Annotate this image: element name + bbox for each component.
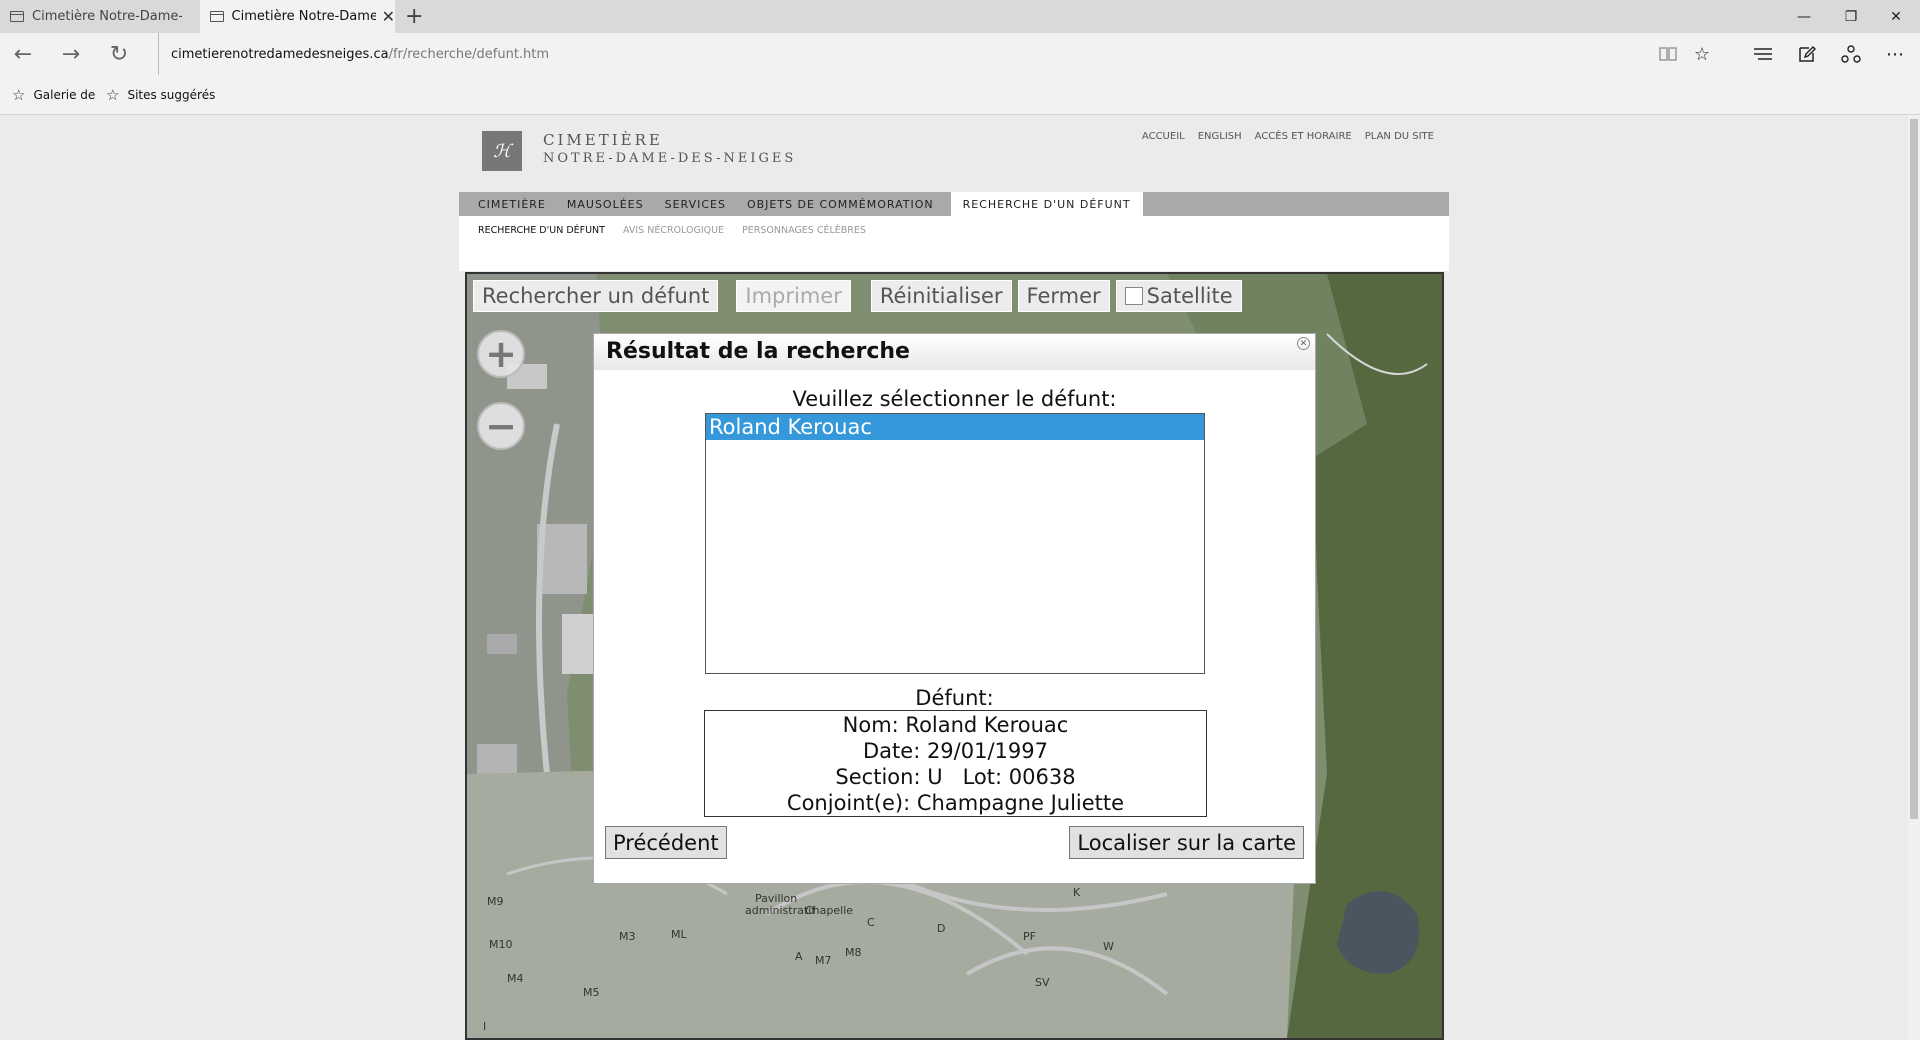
map-label: M8 [845, 946, 862, 959]
detail-spouse: Conjoint(e): Champagne Juliette [786, 791, 1125, 815]
defunt-listbox[interactable]: Roland Kerouac [705, 413, 1205, 674]
defunt-details: Nom: Roland Kerouac Date: 29/01/1997 Sec… [704, 710, 1207, 817]
select-prompt: Veuillez sélectionner le défunt: [792, 387, 1117, 411]
tab-2[interactable]: Cimetière Notre-Dame-d ✕ [200, 0, 395, 33]
restore-button[interactable]: ❐ [1829, 0, 1873, 33]
map-label: Chapelle [805, 904, 854, 917]
satellite-label: Satellite [1146, 284, 1233, 308]
close-map-button[interactable]: Fermer [1017, 280, 1110, 312]
list-item[interactable]: Roland Kerouac [706, 414, 1204, 440]
favorites-bar: ☆ Galerie de ☆ Sites suggérés [0, 75, 1920, 115]
back-arrow-icon[interactable]: ← [10, 41, 36, 67]
map-label: SV [1035, 976, 1050, 989]
satellite-toggle[interactable]: Satellite [1115, 280, 1242, 312]
subnav-recherche-defunt[interactable]: RECHERCHE D'UN DÉFUNT [478, 225, 605, 236]
page-scrollbar[interactable] [1908, 115, 1920, 1040]
nav-services[interactable]: SERVICES [653, 192, 735, 216]
satellite-checkbox[interactable] [1124, 287, 1143, 305]
map-label: I [483, 1020, 487, 1033]
map-toolbar: Rechercher un défunt Imprimer Réinitiali… [473, 280, 1248, 312]
web-note-icon[interactable] [1794, 41, 1820, 67]
link-accueil[interactable]: ACCUEIL [1142, 131, 1185, 142]
close-icon[interactable]: ✕ [1297, 337, 1310, 350]
link-english[interactable]: ENGLISH [1198, 131, 1242, 142]
search-defunt-button[interactable]: Rechercher un défunt [473, 280, 719, 312]
tab-title: Cimetière Notre-Dame-des-N [32, 9, 182, 24]
url-path: /fr/recherche/defunt.htm [388, 46, 550, 62]
page-icon [210, 11, 224, 22]
map-label: ML [671, 928, 687, 941]
zoom-out-button[interactable]: − [477, 402, 525, 450]
tab-title: Cimetière Notre-Dame-d [231, 9, 376, 24]
refresh-icon[interactable]: ↻ [106, 41, 132, 67]
map-label: M10 [489, 938, 513, 951]
favorite-galerie[interactable]: ☆ Galerie de [12, 75, 95, 115]
share-icon[interactable] [1838, 41, 1864, 67]
zoom-in-button[interactable]: + [477, 330, 525, 378]
previous-button[interactable]: Précédent [605, 826, 727, 859]
defunt-label: Défunt: [915, 686, 994, 710]
url-field[interactable]: cimetierenotredamedesneiges.ca/fr/recher… [158, 33, 549, 75]
print-button[interactable]: Imprimer [736, 280, 851, 312]
nav-recherche-defunt[interactable]: RECHERCHE D'UN DÉFUNT [950, 192, 1143, 216]
reading-view-icon[interactable] [1655, 41, 1681, 67]
favorite-label: Galerie de [33, 88, 96, 102]
dialog-title: Résultat de la recherche [606, 339, 910, 364]
new-tab-button[interactable]: + [405, 4, 423, 29]
nav-cimetiere[interactable]: CIMETIÈRE [459, 192, 555, 216]
map-label: A [795, 950, 803, 963]
tab-1[interactable]: Cimetière Notre-Dame-des-N [0, 0, 200, 33]
map-label: D [937, 922, 946, 935]
map-label: M3 [619, 930, 636, 943]
address-bar: ← → ↻ cimetierenotredamedesneiges.ca/fr/… [0, 33, 1920, 75]
detail-name: Nom: Roland Kerouac [842, 713, 1069, 737]
favorite-label: Sites suggérés [127, 88, 216, 102]
search-result-dialog: Résultat de la recherche ✕ Veuillez séle… [593, 333, 1316, 884]
link-plan-du-site[interactable]: PLAN DU SITE [1365, 131, 1434, 142]
page-icon [10, 11, 24, 22]
main-nav: CIMETIÈRE MAUSOLÉES SERVICES OBJETS DE C… [459, 192, 1449, 216]
favorite-star-icon[interactable]: ☆ [1689, 41, 1715, 67]
logo-mark[interactable]: ℋ [482, 131, 522, 171]
logo-line-2[interactable]: NOTRE-DAME-DES-NEIGES [543, 151, 796, 166]
tab-bar: Cimetière Notre-Dame-des-N Cimetière Not… [0, 0, 1920, 33]
favorite-sites-suggeres[interactable]: ☆ Sites suggérés [106, 75, 215, 115]
forward-arrow-icon[interactable]: → [58, 41, 84, 67]
subnav-avis-necrologique[interactable]: AVIS NÉCROLOGIQUE [623, 225, 724, 236]
map-label: M4 [507, 972, 524, 985]
nav-mausolees[interactable]: MAUSOLÉES [555, 192, 653, 216]
locate-on-map-button[interactable]: Localiser sur la carte [1069, 826, 1304, 859]
scrollbar-thumb[interactable] [1910, 119, 1918, 819]
detail-section-lot: Section: U Lot: 00638 [835, 765, 1076, 789]
map-label: K [1073, 886, 1081, 899]
map-label: M9 [487, 895, 504, 908]
logo-line-1[interactable]: CIMETIÈRE [543, 131, 663, 149]
detail-date: Date: 29/01/1997 [863, 739, 1048, 763]
nav-objets-commemoration[interactable]: OBJETS DE COMMÉMORATION [735, 192, 943, 216]
close-tab-icon[interactable]: ✕ [382, 7, 395, 26]
map-label: PF [1023, 930, 1036, 943]
url-host: cimetierenotredamedesneiges.ca [171, 46, 389, 62]
top-links: ACCUEIL ENGLISH ACCÈS ET HORAIRE PLAN DU… [1142, 131, 1434, 142]
dialog-header: Résultat de la recherche ✕ [594, 334, 1315, 370]
star-icon: ☆ [106, 86, 120, 104]
sub-nav: RECHERCHE D'UN DÉFUNT AVIS NÉCROLOGIQUE … [478, 225, 866, 236]
map-label: M5 [583, 986, 600, 999]
link-acces-horaire[interactable]: ACCÈS ET HORAIRE [1255, 131, 1352, 142]
hub-icon[interactable] [1750, 41, 1776, 67]
sub-nav-area: RECHERCHE D'UN DÉFUNT AVIS NÉCROLOGIQUE … [459, 216, 1449, 271]
subnav-personnages-celebres[interactable]: PERSONNAGES CÉLÈBRES [742, 225, 866, 236]
close-window-button[interactable]: ✕ [1874, 0, 1918, 33]
minimize-button[interactable]: — [1782, 0, 1826, 33]
map-label: W [1103, 940, 1114, 953]
star-icon: ☆ [12, 86, 26, 104]
more-icon[interactable]: ⋯ [1882, 41, 1908, 67]
map-label: M7 [815, 954, 832, 967]
map-label: C [867, 916, 875, 929]
reset-button[interactable]: Réinitialiser [870, 280, 1012, 312]
